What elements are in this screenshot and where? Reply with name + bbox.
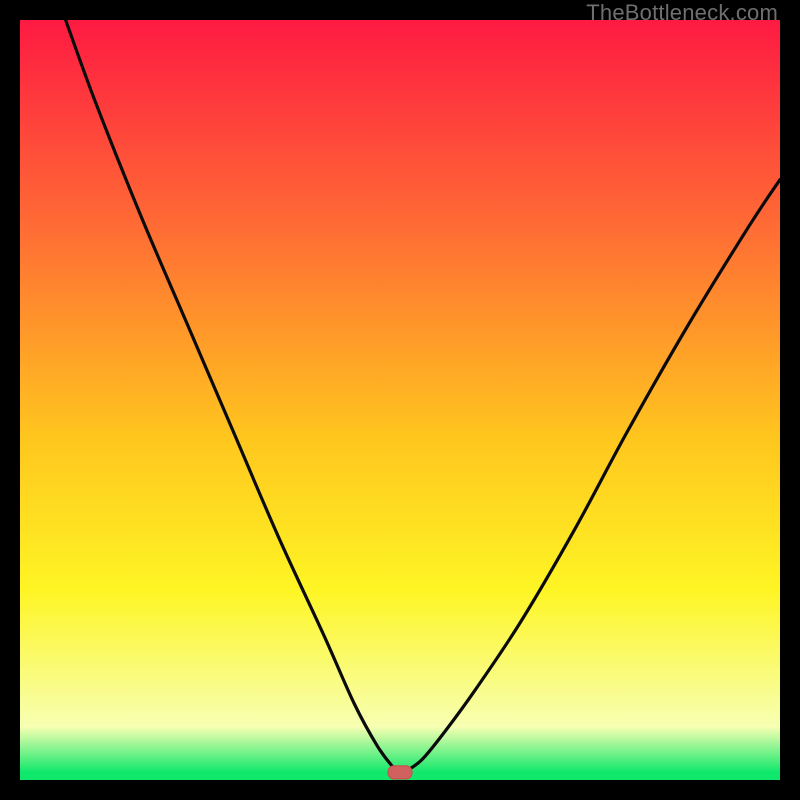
- bottleneck-chart: [20, 20, 780, 780]
- chart-frame: [20, 20, 780, 780]
- watermark-text: TheBottleneck.com: [586, 0, 778, 26]
- gradient-background: [20, 20, 780, 780]
- optimum-marker: [388, 766, 412, 779]
